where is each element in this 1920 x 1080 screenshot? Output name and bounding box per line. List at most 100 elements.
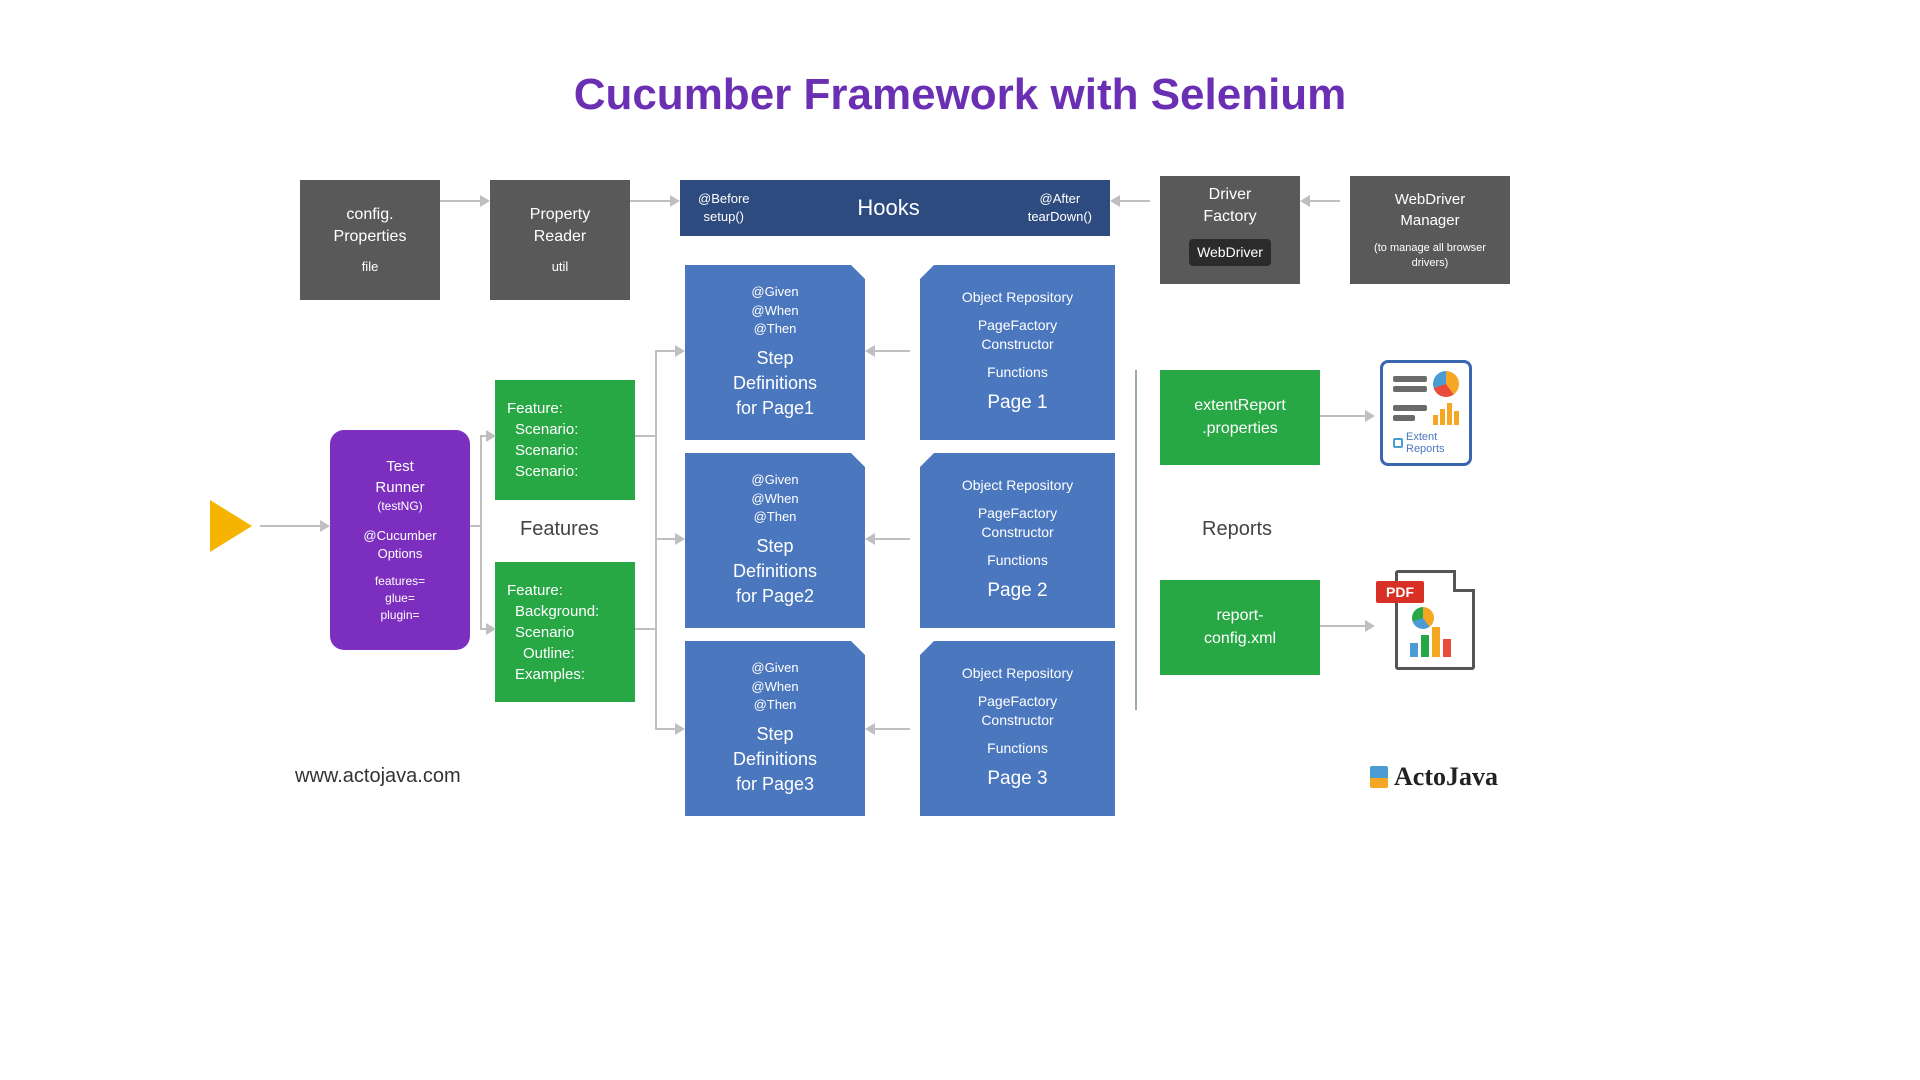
txt: @Then — [751, 320, 798, 338]
txt: Constructor — [981, 523, 1053, 543]
txt: extentReport — [1194, 395, 1286, 417]
txt: report- — [1216, 605, 1263, 627]
txt: Object Repository — [962, 288, 1073, 308]
label-features: Features — [520, 518, 599, 541]
txt: features= — [375, 573, 425, 590]
txt: Definitions — [733, 371, 817, 396]
box-driver-factory: Driver Factory WebDriver — [1160, 176, 1300, 284]
txt: @Then — [751, 696, 798, 714]
txt: Property — [530, 206, 590, 223]
txt: glue= — [385, 590, 415, 607]
txt: Scenario — [507, 622, 574, 643]
txt: Feature: — [507, 580, 563, 601]
txt: Step — [756, 346, 793, 371]
txt: @Given — [751, 471, 798, 489]
box-page-2: Object Repository PageFactory Constructo… — [920, 453, 1115, 628]
txt: Scenario: — [507, 461, 578, 482]
txt: @When — [751, 302, 798, 320]
box-page-3: Object Repository PageFactory Constructo… — [920, 641, 1115, 816]
txt: Constructor — [981, 711, 1053, 731]
txt: @Cucumber — [363, 527, 436, 545]
txt: (testNG) — [377, 498, 422, 515]
box-property-reader: Property Reader util — [490, 180, 630, 300]
box-stepdef-2: @Given @When @Then Step Definitions for … — [685, 453, 865, 628]
txt: Page 1 — [987, 390, 1047, 417]
txt: Extent — [1406, 431, 1437, 443]
txt: Reports — [1406, 443, 1445, 455]
label-reports: Reports — [1202, 518, 1272, 541]
diagram-title: Cucumber Framework with Selenium — [240, 70, 1680, 120]
box-hooks: @Before setup() Hooks @After tearDown() — [680, 180, 1110, 236]
txt: Outline: — [507, 643, 575, 664]
logo-mark-icon — [1370, 766, 1388, 788]
txt: Functions — [987, 739, 1048, 759]
txt: @Given — [751, 283, 798, 301]
txt: PageFactory — [978, 504, 1057, 524]
txt: (to manage all browser drivers) — [1356, 241, 1504, 272]
txt: @After — [1028, 190, 1092, 208]
txt: config.xml — [1204, 628, 1276, 650]
txt: Page 2 — [987, 578, 1047, 605]
box-test-runner: Test Runner (testNG) @Cucumber Options f… — [330, 430, 470, 650]
txt: tearDown() — [1028, 208, 1092, 226]
txt: @Then — [751, 508, 798, 526]
txt: Step — [756, 722, 793, 747]
box-feature-1: Feature: Scenario: Scenario: Scenario: — [495, 380, 635, 500]
txt: Functions — [987, 363, 1048, 383]
separator-reports — [1135, 370, 1137, 710]
box-feature-2: Feature: Background: Scenario Outline: E… — [495, 562, 635, 702]
txt: Reader — [534, 228, 586, 245]
txt: Options — [378, 545, 423, 563]
txt: plugin= — [380, 607, 419, 624]
icon-pdf-report: PDF — [1395, 570, 1475, 670]
txt: util — [552, 258, 569, 276]
txt: Scenario: — [507, 419, 578, 440]
txt: file — [362, 258, 379, 276]
txt: Definitions — [733, 747, 817, 772]
txt: @Given — [751, 659, 798, 677]
box-stepdef-1: @Given @When @Then Step Definitions for … — [685, 265, 865, 440]
txt: Page 3 — [987, 766, 1047, 793]
txt: Properties — [334, 228, 407, 245]
box-report-config-xml: report- config.xml — [1160, 580, 1320, 675]
txt: Test — [386, 456, 414, 477]
txt: Object Repository — [962, 476, 1073, 496]
footer-url: www.actojava.com — [295, 765, 461, 788]
txt: Constructor — [981, 335, 1053, 355]
txt: PageFactory — [978, 692, 1057, 712]
txt: Factory — [1203, 208, 1256, 225]
txt: Hooks — [857, 193, 919, 224]
txt: Functions — [987, 551, 1048, 571]
txt: Manager — [1400, 212, 1459, 229]
icon-extent-report: ExtentReports — [1380, 360, 1472, 466]
txt: Feature: — [507, 398, 563, 419]
txt: setup() — [698, 208, 750, 226]
box-config-properties: config. Properties file — [300, 180, 440, 300]
box-webdriver-manager: WebDriver Manager (to manage all browser… — [1350, 176, 1510, 284]
txt: Scenario: — [507, 440, 578, 461]
box-page-1: Object Repository PageFactory Constructo… — [920, 265, 1115, 440]
txt: @When — [751, 678, 798, 696]
logo-text: ActoJava — [1394, 762, 1498, 792]
txt: for Page1 — [736, 396, 814, 421]
txt: Object Repository — [962, 664, 1073, 684]
play-icon — [210, 500, 252, 552]
txt: .properties — [1202, 418, 1278, 440]
txt: for Page3 — [736, 772, 814, 797]
txt: @Before — [698, 190, 750, 208]
txt: Driver — [1209, 186, 1252, 203]
box-extent-properties: extentReport .properties — [1160, 370, 1320, 465]
txt: Examples: — [507, 664, 585, 685]
txt: config. — [346, 206, 393, 223]
chip-webdriver: WebDriver — [1189, 239, 1271, 267]
logo-actojava: ActoJava — [1370, 762, 1498, 792]
txt: Background: — [507, 601, 599, 622]
txt: PageFactory — [978, 316, 1057, 336]
box-stepdef-3: @Given @When @Then Step Definitions for … — [685, 641, 865, 816]
txt: Definitions — [733, 559, 817, 584]
txt: Runner — [375, 477, 424, 498]
txt: Step — [756, 534, 793, 559]
txt: for Page2 — [736, 584, 814, 609]
pdf-badge: PDF — [1376, 581, 1424, 603]
txt: @When — [751, 490, 798, 508]
